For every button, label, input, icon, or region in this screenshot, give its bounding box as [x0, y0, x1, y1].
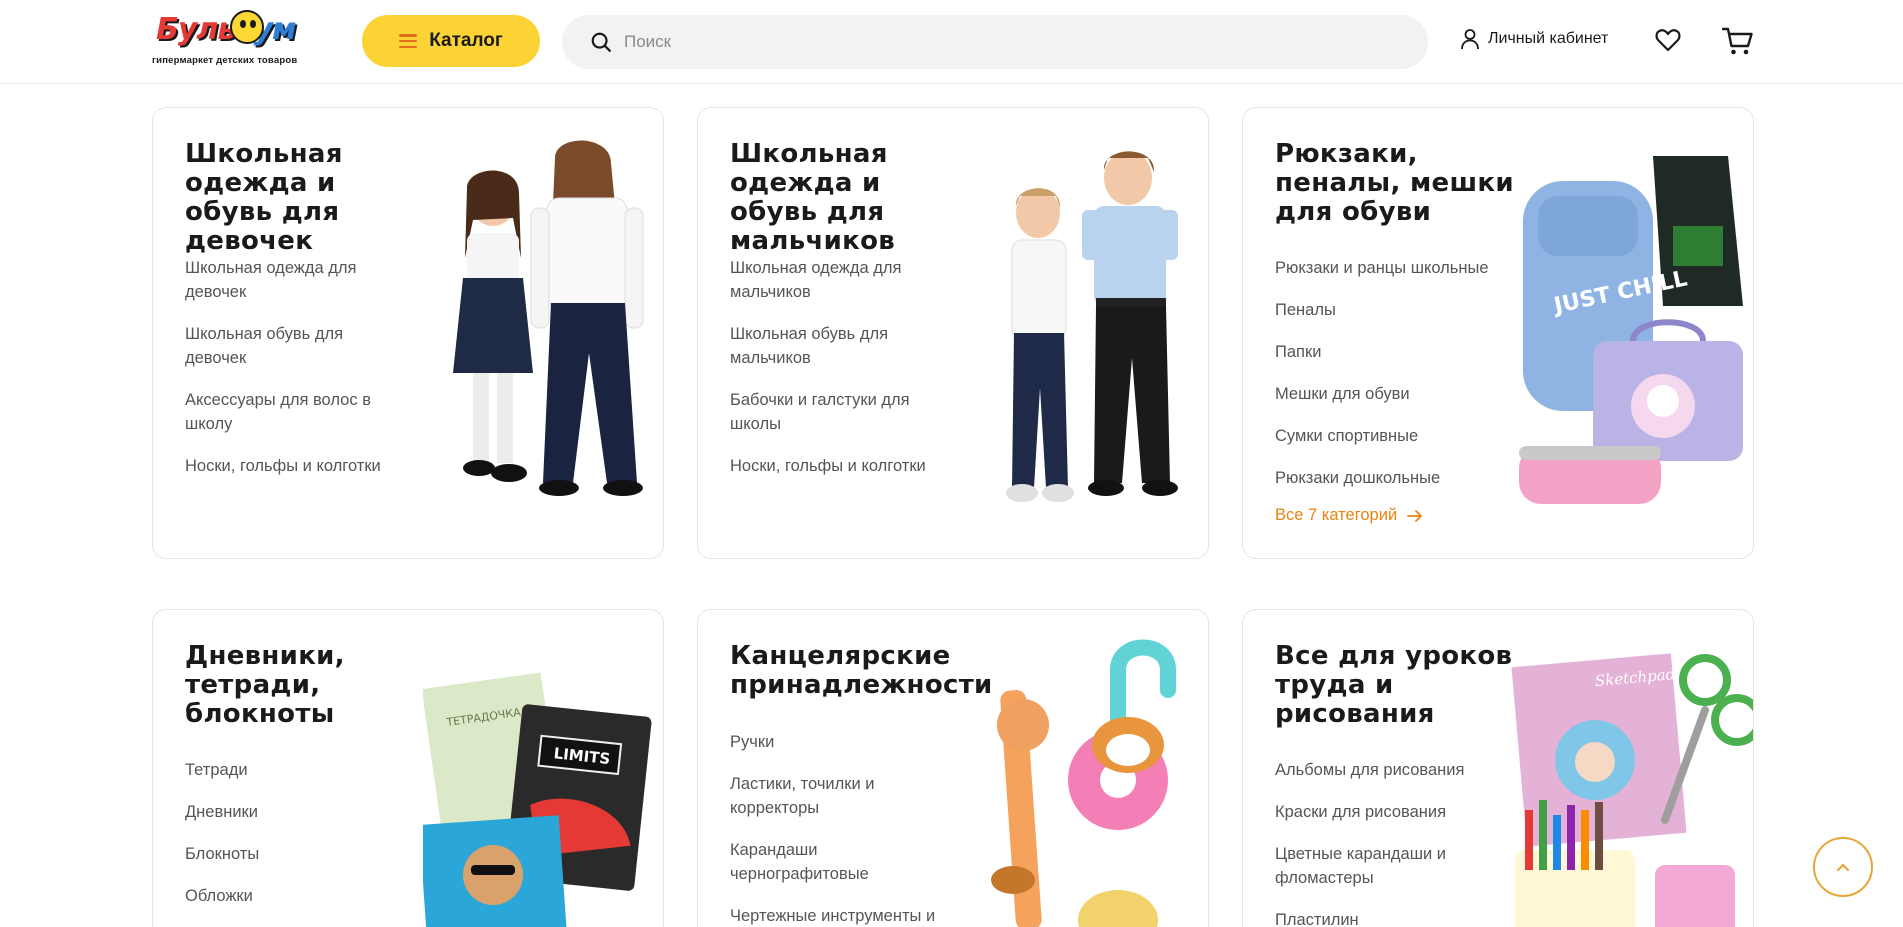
account-link[interactable]: Личный кабинет: [1460, 28, 1608, 50]
category-link[interactable]: Рюкзаки дошкольные: [1275, 466, 1515, 490]
cart-icon: [1721, 27, 1753, 55]
category-link[interactable]: Цветные карандаши и фломастеры: [1275, 842, 1475, 890]
category-link[interactable]: Рюкзаки и ранцы школьные: [1275, 256, 1515, 280]
card-links: Альбомы для рисования Краски для рисован…: [1275, 758, 1475, 927]
notebooks-image: ТЕТРАДОЧКА LIMITS: [423, 672, 652, 927]
category-link[interactable]: Школьная одежда для мальчиков: [730, 256, 945, 304]
boys-uniform-image: [1006, 151, 1178, 502]
search-bar[interactable]: [562, 15, 1428, 69]
all-categories-label: Все 7 категорий: [1275, 506, 1398, 524]
category-link[interactable]: Блокноты: [185, 842, 385, 866]
category-link[interactable]: Тетради: [185, 758, 385, 782]
category-link[interactable]: Ручки: [730, 730, 940, 754]
category-card-notebooks[interactable]: Дневники, тетради, блокноты Тетради Днев…: [152, 609, 664, 927]
girls-uniform-image: [453, 140, 644, 496]
category-link[interactable]: Карандаши чернографитовые: [730, 838, 940, 886]
user-icon: [1461, 29, 1479, 50]
catalog-button-label: Каталог: [429, 30, 503, 51]
card-links: Рюкзаки и ранцы школьные Пеналы Папки Ме…: [1275, 256, 1515, 490]
scroll-to-top-button[interactable]: [1813, 837, 1873, 897]
card-title[interactable]: Дневники, тетради, блокноты: [185, 642, 425, 729]
card-title[interactable]: Все для уроков труда и рисования: [1275, 642, 1515, 729]
category-link[interactable]: Ластики, точилки и корректоры: [730, 772, 940, 820]
catalog-button[interactable]: Каталог: [362, 15, 540, 67]
category-link[interactable]: Альбомы для рисования: [1275, 758, 1475, 782]
category-link[interactable]: Дневники: [185, 800, 385, 824]
category-link[interactable]: Чертежные инструменты и: [730, 904, 940, 927]
account-label: Личный кабинет: [1488, 30, 1609, 47]
category-link[interactable]: Аксессуары для волос в школу: [185, 388, 400, 436]
card-title[interactable]: Канцелярские принадлежности: [730, 642, 992, 700]
category-card-boys-uniform[interactable]: Школьная одежда и обувь для мальчиков Шк…: [697, 107, 1209, 559]
category-link[interactable]: Обложки: [185, 884, 385, 908]
search-input[interactable]: [624, 32, 1384, 52]
category-link[interactable]: Краски для рисования: [1275, 800, 1475, 824]
all-categories-link[interactable]: Все 7 категорий: [1275, 506, 1423, 525]
category-card-stationery[interactable]: Канцелярские принадлежности Ручки Ластик…: [697, 609, 1209, 927]
card-title[interactable]: Школьная одежда и обувь для девочек: [185, 140, 425, 256]
category-link[interactable]: Школьная одежда для девочек: [185, 256, 400, 304]
art-supplies-image: Sketchpad: [1511, 653, 1753, 927]
favorites-button[interactable]: [1655, 28, 1681, 57]
arrow-right-icon: [1407, 509, 1423, 522]
card-title[interactable]: Рюкзаки, пеналы, мешки для обуви: [1275, 140, 1515, 227]
category-link[interactable]: Школьная обувь для мальчиков: [730, 322, 945, 370]
logo-wordmark: БульГум: [156, 12, 297, 47]
stationery-image: [991, 639, 1176, 927]
category-link[interactable]: Мешки для обуви: [1275, 382, 1515, 406]
logo-subtitle: гипермаркет детских товаров: [152, 55, 298, 66]
category-link[interactable]: Папки: [1275, 340, 1515, 364]
category-link[interactable]: Школьная обувь для девочек: [185, 322, 400, 370]
card-links: Ручки Ластики, точилки и корректоры Кара…: [730, 730, 940, 927]
card-links: Школьная одежда для девочек Школьная обу…: [185, 256, 400, 478]
category-link[interactable]: Бабочки и галстуки для школы: [730, 388, 945, 436]
chevron-up-icon: [1836, 863, 1850, 872]
category-link[interactable]: Пеналы: [1275, 298, 1515, 322]
card-links: Школьная одежда для мальчиков Школьная о…: [730, 256, 945, 478]
heart-icon: [1655, 29, 1681, 52]
search-icon[interactable]: [590, 31, 612, 53]
backpacks-image: JUST CHILL: [1519, 156, 1743, 504]
category-link[interactable]: Пластилин: [1275, 908, 1475, 927]
site-header: БульГум гипермаркет детских товаров Ката…: [0, 0, 1903, 84]
category-card-art-supplies[interactable]: Все для уроков труда и рисования Альбомы…: [1242, 609, 1754, 927]
category-card-girls-uniform[interactable]: Школьная одежда и обувь для девочек Школ…: [152, 107, 664, 559]
logo[interactable]: БульГум гипермаркет детских товаров: [152, 10, 312, 70]
card-title[interactable]: Школьная одежда и обувь для мальчиков: [730, 140, 970, 256]
cart-button[interactable]: [1721, 26, 1754, 61]
logo-mascot-icon: [230, 10, 264, 44]
card-links: Тетради Дневники Блокноты Обложки: [185, 758, 385, 908]
category-link[interactable]: Носки, гольфы и колготки: [185, 454, 400, 478]
menu-icon: [399, 34, 418, 48]
category-link[interactable]: Сумки спортивные: [1275, 424, 1515, 448]
category-card-backpacks[interactable]: Рюкзаки, пеналы, мешки для обуви Рюкзаки…: [1242, 107, 1754, 559]
category-link[interactable]: Носки, гольфы и колготки: [730, 454, 945, 478]
